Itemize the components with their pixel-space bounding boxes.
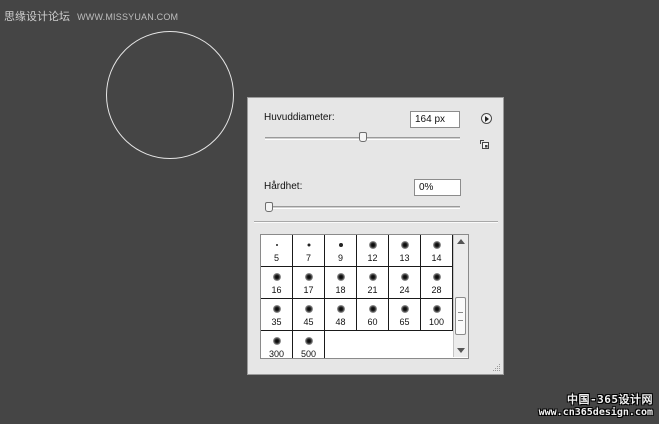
brush-tip-preview (272, 273, 281, 281)
brush-preset-item[interactable]: 16 (261, 267, 293, 299)
hardness-slider-track[interactable] (265, 206, 460, 209)
brush-preset-item[interactable]: 100 (421, 299, 453, 331)
brush-cursor-outline (106, 31, 234, 159)
diameter-label: Huvuddiameter: (264, 112, 335, 123)
brush-tip-preview (338, 243, 343, 247)
brush-size-label: 45 (303, 317, 314, 327)
brush-size-label: 65 (399, 317, 410, 327)
brush-tip-preview (432, 241, 441, 249)
brush-size-label: 14 (431, 253, 442, 263)
brush-preset-grid: 5 7 9 12 13 14 16 17 18 21 24 28 35 45 48 60 65 100 300 500 (261, 235, 453, 359)
brush-preset-item[interactable]: 17 (293, 267, 325, 299)
brush-tip-preview (275, 244, 278, 246)
watermark-cn-text: 思缘设计论坛 (4, 10, 70, 23)
brush-size-label: 5 (273, 253, 279, 263)
brush-tip-preview (304, 305, 313, 313)
brush-size-label: 500 (300, 349, 317, 359)
brush-tip-preview (400, 305, 409, 313)
resize-grip-icon[interactable] (491, 362, 501, 372)
brush-tip-preview (400, 273, 409, 281)
brush-size-label: 21 (367, 285, 378, 295)
panel-menu-button[interactable] (481, 113, 492, 124)
hardness-slider-thumb[interactable] (265, 202, 273, 212)
brush-tip-preview (336, 273, 345, 281)
brush-tip-preview (368, 305, 377, 313)
brush-tip-preview (368, 273, 377, 281)
brush-preset-item[interactable]: 7 (293, 235, 325, 267)
brush-size-label: 300 (268, 349, 285, 359)
brush-size-label: 17 (303, 285, 314, 295)
scrollbar-thumb[interactable] (455, 297, 466, 335)
brush-preset-item[interactable]: 48 (325, 299, 357, 331)
brush-preset-item[interactable]: 13 (389, 235, 421, 267)
brush-tip-preview (336, 305, 345, 313)
brush-preset-item[interactable]: 12 (357, 235, 389, 267)
diameter-slider-thumb[interactable] (358, 132, 367, 142)
brush-preset-item[interactable]: 9 (325, 235, 357, 267)
brush-size-label: 28 (431, 285, 442, 295)
brush-size-label: 16 (271, 285, 282, 295)
brush-size-label: 9 (337, 253, 343, 263)
brush-preset-item[interactable]: 65 (389, 299, 421, 331)
brush-size-label: 100 (428, 317, 445, 327)
watermark-bottom-title: 中国-365设计网 (567, 393, 653, 406)
diameter-input[interactable]: 164 px (410, 111, 460, 128)
preset-scrollbar[interactable] (453, 235, 468, 357)
brush-tip-preview (272, 305, 281, 313)
watermark-bottom-url: www.cn365design.com (538, 407, 653, 418)
brush-preset-item[interactable]: 24 (389, 267, 421, 299)
brush-preset-item[interactable]: 28 (421, 267, 453, 299)
watermark-bottom: 中国-365设计网 www.cn365design.com (539, 391, 653, 418)
brush-size-label: 18 (335, 285, 346, 295)
brush-size-label: 60 (367, 317, 378, 327)
brush-preset-item[interactable]: 21 (357, 267, 389, 299)
new-preset-icon[interactable] (480, 140, 490, 150)
watermark-top: 思缘设计论坛 WWW.MISSYUAN.COM (4, 8, 178, 24)
brush-size-label: 48 (335, 317, 346, 327)
brush-preset-item[interactable]: 60 (357, 299, 389, 331)
brush-tip-preview (272, 337, 281, 345)
brush-tip-preview (368, 241, 377, 249)
brush-preset-item[interactable]: 500 (293, 331, 325, 359)
brush-preset-item[interactable]: 35 (261, 299, 293, 331)
brush-preset-list: 5 7 9 12 13 14 16 17 18 21 24 28 35 45 48 60 65 100 300 500 (260, 234, 469, 359)
brush-tip-preview (432, 305, 441, 313)
brush-size-label: 7 (305, 253, 311, 263)
brush-size-label: 35 (271, 317, 282, 327)
hardness-input[interactable]: 0% (414, 179, 461, 196)
panel-divider (254, 221, 498, 223)
brush-preset-item[interactable]: 300 (261, 331, 293, 359)
watermark-url-text: WWW.MISSYUAN.COM (77, 12, 179, 22)
brush-preset-item[interactable]: 5 (261, 235, 293, 267)
brush-size-label: 12 (367, 253, 378, 263)
brush-tip-preview (304, 337, 313, 345)
brush-preset-picker-panel: Huvuddiameter: 164 px Hårdhet: 0% 5 7 9 12 1… (247, 97, 504, 375)
brush-preset-item[interactable]: 14 (421, 235, 453, 267)
brush-preset-item[interactable]: 18 (325, 267, 357, 299)
brush-tip-preview (400, 241, 409, 249)
brush-size-label: 13 (399, 253, 410, 263)
hardness-label: Hårdhet: (264, 181, 303, 192)
brush-tip-preview (432, 273, 441, 281)
arrow-down-icon[interactable] (457, 348, 465, 353)
brush-size-label: 24 (399, 285, 410, 295)
brush-tip-preview (304, 273, 313, 281)
brush-tip-preview (307, 243, 310, 247)
brush-preset-item[interactable]: 45 (293, 299, 325, 331)
arrow-up-icon[interactable] (457, 239, 465, 244)
